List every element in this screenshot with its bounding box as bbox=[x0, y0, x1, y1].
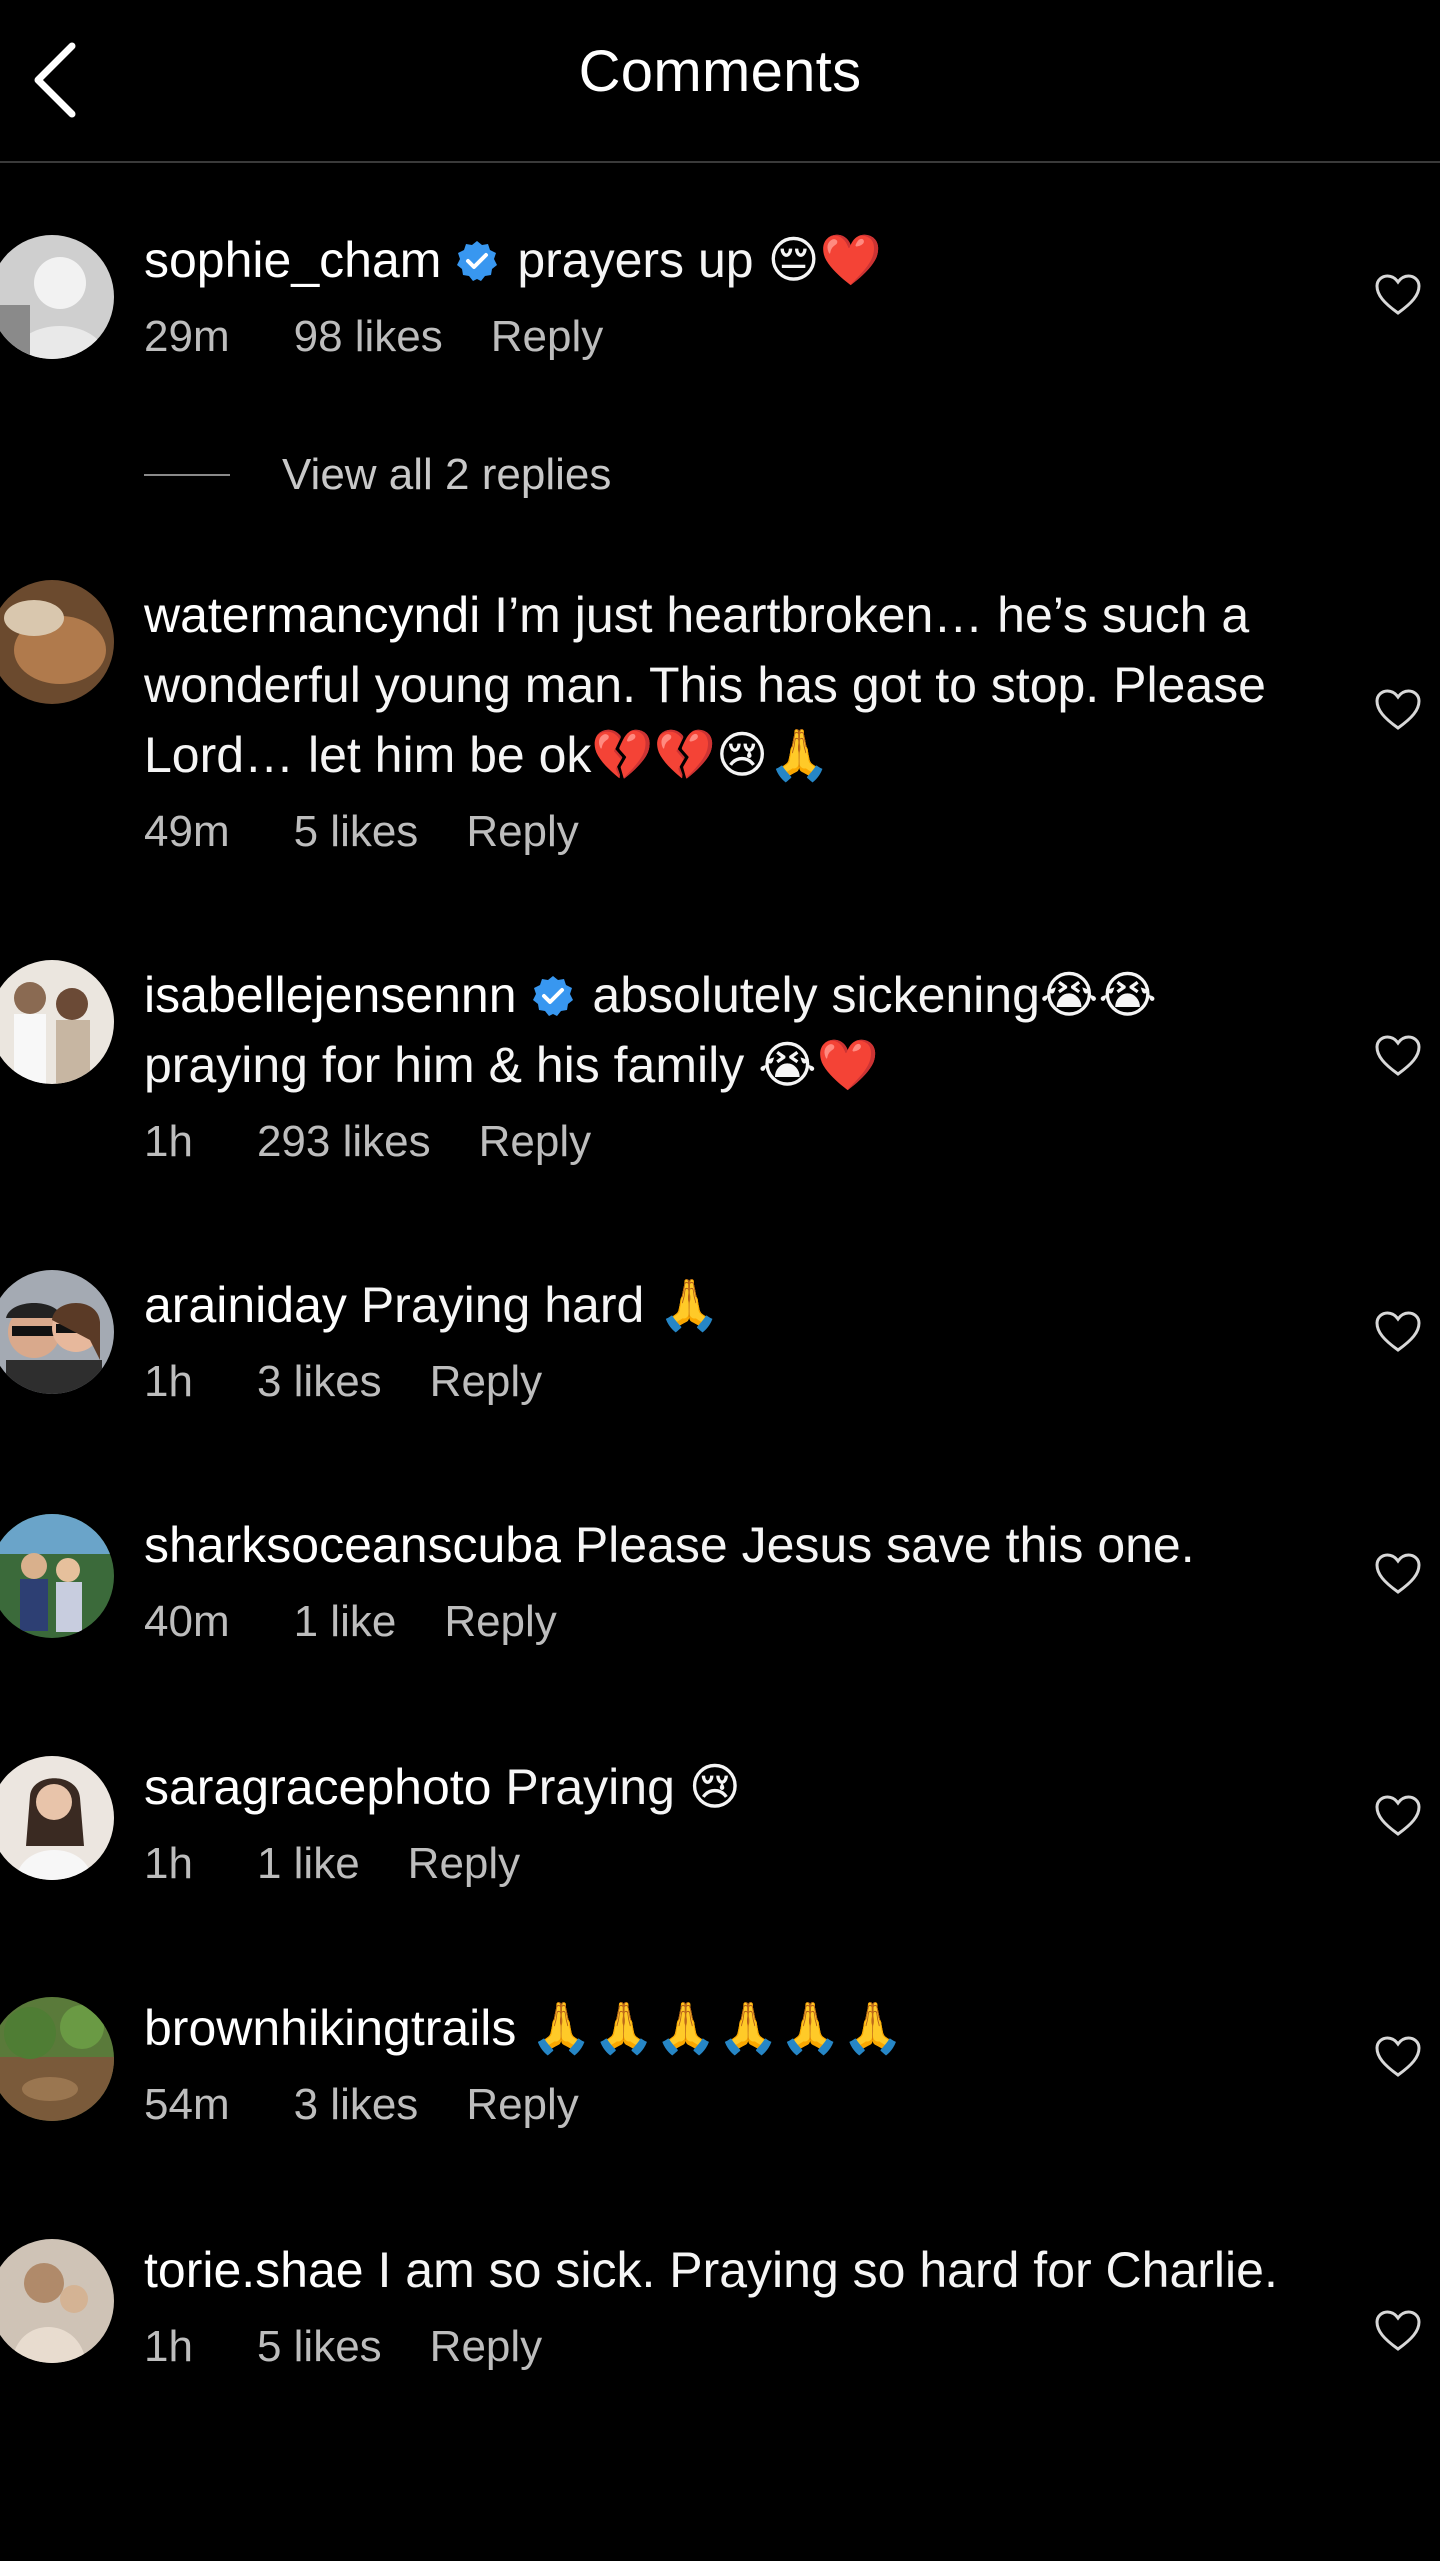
reply-button[interactable]: Reply bbox=[466, 802, 579, 862]
comment-time: 1h bbox=[144, 1839, 193, 1888]
comment-likes[interactable]: 293 likes bbox=[257, 1112, 431, 1172]
replies-divider bbox=[144, 474, 230, 476]
heart-outline-icon[interactable] bbox=[1374, 688, 1422, 732]
comment-meta: 1h 1 like Reply bbox=[144, 1834, 1294, 1894]
avatar[interactable] bbox=[0, 580, 114, 704]
comment-text: watermancyndi I’m just heartbroken… he’s… bbox=[144, 580, 1294, 790]
verified-badge-icon bbox=[455, 239, 499, 283]
comment-message: Please Jesus save this one. bbox=[574, 1517, 1195, 1573]
comment-message: I am so sick. Praying so hard for Charli… bbox=[377, 2242, 1278, 2298]
comment-text: brownhikingtrails 🙏🙏🙏🙏🙏🙏 bbox=[144, 1993, 1294, 2063]
comment-username[interactable]: brownhikingtrails bbox=[144, 2000, 516, 2056]
avatar[interactable] bbox=[0, 1270, 114, 1394]
view-replies-link[interactable]: View all 2 replies bbox=[144, 450, 611, 500]
comment-likes[interactable]: 5 likes bbox=[257, 2317, 382, 2377]
view-replies-label: View all 2 replies bbox=[282, 450, 612, 499]
reply-button[interactable]: Reply bbox=[491, 307, 604, 367]
avatar[interactable] bbox=[0, 960, 114, 1084]
comments-header: Comments bbox=[0, 0, 1440, 163]
comment-message: prayers up 😔❤️ bbox=[517, 232, 882, 288]
heart-outline-icon[interactable] bbox=[1374, 1794, 1422, 1838]
comment-meta: 54m 3 likes Reply bbox=[144, 2075, 1294, 2135]
comment-meta: 29m 98 likes Reply bbox=[144, 307, 1294, 367]
heart-outline-icon[interactable] bbox=[1374, 273, 1422, 317]
comment-message: Praying 😢 bbox=[505, 1759, 741, 1815]
comment-message: 🙏🙏🙏🙏🙏🙏 bbox=[530, 2000, 904, 2056]
avatar[interactable] bbox=[0, 1756, 114, 1880]
comment-likes[interactable]: 98 likes bbox=[294, 307, 443, 367]
comment-username[interactable]: arainiday bbox=[144, 1277, 347, 1333]
comment-username[interactable]: watermancyndi bbox=[144, 587, 480, 643]
comment-text: arainiday Praying hard 🙏 bbox=[144, 1270, 1294, 1340]
comment-message: Praying hard 🙏 bbox=[360, 1277, 721, 1333]
avatar[interactable] bbox=[0, 1514, 114, 1638]
comment-text: sophie_cham prayers up 😔❤️ bbox=[144, 225, 1294, 295]
heart-outline-icon[interactable] bbox=[1374, 1552, 1422, 1596]
comment-meta: 49m 5 likes Reply bbox=[144, 802, 1294, 862]
reply-button[interactable]: Reply bbox=[430, 1352, 543, 1412]
comment-meta: 1h 5 likes Reply bbox=[144, 2317, 1294, 2377]
comment-time: 49m bbox=[144, 807, 230, 856]
comment-likes[interactable]: 3 likes bbox=[257, 1352, 382, 1412]
verified-badge-icon bbox=[531, 974, 575, 1018]
comment-username[interactable]: saragracephoto bbox=[144, 1759, 491, 1815]
comment-username[interactable]: torie.shae bbox=[144, 2242, 364, 2298]
comment-time: 1h bbox=[144, 2322, 193, 2371]
comment-time: 1h bbox=[144, 1357, 193, 1406]
heart-outline-icon[interactable] bbox=[1374, 2309, 1422, 2353]
reply-button[interactable]: Reply bbox=[479, 1112, 592, 1172]
comment-text: saragracephoto Praying 😢 bbox=[144, 1752, 1294, 1822]
comment-time: 40m bbox=[144, 1597, 230, 1646]
comment-username[interactable]: isabellejensennn bbox=[144, 967, 517, 1023]
comment-likes[interactable]: 3 likes bbox=[294, 2075, 419, 2135]
comment-username[interactable]: sophie_cham bbox=[144, 232, 441, 288]
page-title: Comments bbox=[578, 39, 862, 104]
comment-likes[interactable]: 1 like bbox=[257, 1834, 360, 1894]
reply-button[interactable]: Reply bbox=[466, 2075, 579, 2135]
comment-time: 54m bbox=[144, 2080, 230, 2129]
comment-meta: 40m 1 like Reply bbox=[144, 1592, 1294, 1652]
comment-time: 29m bbox=[144, 312, 230, 361]
reply-button[interactable]: Reply bbox=[408, 1834, 521, 1894]
comment-username[interactable]: sharksoceanscuba bbox=[144, 1517, 561, 1573]
avatar[interactable] bbox=[0, 235, 114, 359]
comment-meta: 1h 3 likes Reply bbox=[144, 1352, 1294, 1412]
reply-button[interactable]: Reply bbox=[444, 1592, 557, 1652]
heart-outline-icon[interactable] bbox=[1374, 1034, 1422, 1078]
heart-outline-icon[interactable] bbox=[1374, 1310, 1422, 1354]
reply-button[interactable]: Reply bbox=[430, 2317, 543, 2377]
avatar[interactable] bbox=[0, 2239, 114, 2363]
comment-likes[interactable]: 1 like bbox=[294, 1592, 397, 1652]
avatar[interactable] bbox=[0, 1997, 114, 2121]
heart-outline-icon[interactable] bbox=[1374, 2035, 1422, 2079]
comment-time: 1h bbox=[144, 1117, 193, 1166]
comment-meta: 1h 293 likes Reply bbox=[144, 1112, 1294, 1172]
comment-text: isabellejensennn absolutely sickening😭😭 … bbox=[144, 960, 1294, 1100]
comment-text: torie.shae I am so sick. Praying so hard… bbox=[144, 2235, 1294, 2305]
comment-likes[interactable]: 5 likes bbox=[294, 802, 419, 862]
comment-text: sharksoceanscuba Please Jesus save this … bbox=[144, 1510, 1294, 1580]
